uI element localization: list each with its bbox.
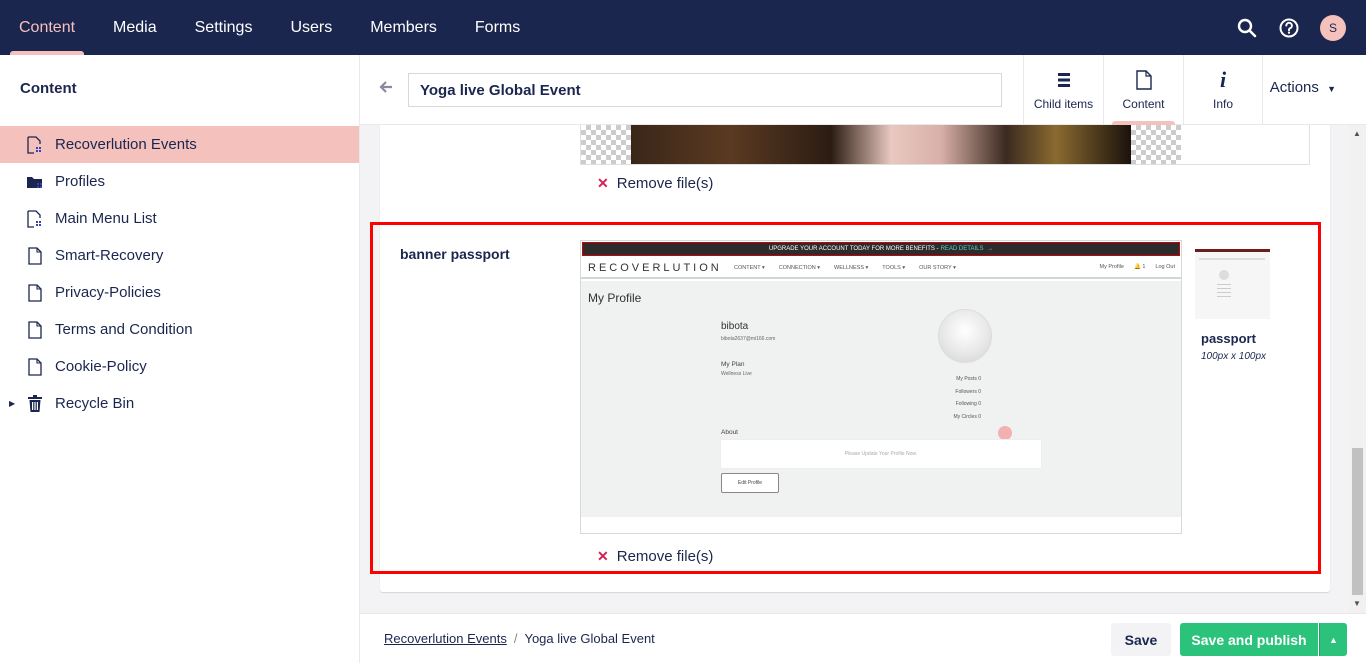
document-icon <box>25 283 45 303</box>
transparency-background <box>581 125 631 164</box>
remove-x-icon: ✕ <box>597 175 609 191</box>
tree-item-label: Privacy-Policies <box>55 284 161 301</box>
document-list-icon <box>25 135 45 155</box>
section-tab-content[interactable]: Content <box>0 0 94 55</box>
save-button[interactable]: Save <box>1111 623 1171 656</box>
expand-caret-icon[interactable]: ▶ <box>9 399 15 408</box>
section-tab-settings[interactable]: Settings <box>176 0 272 55</box>
tree-item-label: Smart-Recovery <box>55 247 164 264</box>
tree-item-label: Profiles <box>55 173 106 190</box>
content-app-tabs: Child items Content i Info <box>1023 55 1263 125</box>
uploaded-photo <box>631 125 1131 164</box>
tab-label: Child items <box>1033 97 1094 111</box>
scroll-up-icon[interactable]: ▲ <box>1353 129 1361 138</box>
tree-item-profiles[interactable]: Profiles <box>0 163 359 200</box>
content-tree-sidebar: Content Recoverlution Events Profiles Ma… <box>0 55 360 663</box>
editor-footer: Recoverlution Events / Yoga live Global … <box>360 613 1366 663</box>
tree-item-label: Main Menu List <box>55 210 157 227</box>
tab-label: Content <box>1122 97 1165 111</box>
tree-item-label: Terms and Condition <box>55 321 193 338</box>
vertical-scrollbar[interactable]: ▲ ▼ <box>1349 125 1366 613</box>
caret-down-icon: ▼ <box>1327 84 1336 94</box>
node-name-input[interactable] <box>408 73 1002 107</box>
remove-files-link[interactable]: ✕ Remove file(s) <box>597 175 713 192</box>
help-icon[interactable] <box>1278 17 1300 39</box>
breadcrumb: Recoverlution Events / Yoga live Global … <box>384 631 655 646</box>
tree-item-recycle-bin[interactable]: ▶ Recycle Bin <box>0 385 359 422</box>
actions-label: Actions <box>1269 79 1319 96</box>
search-icon[interactable] <box>1236 17 1258 39</box>
editor-content-area: ✕ Remove file(s) banner passport UPGRADE… <box>360 125 1366 613</box>
section-tab-media[interactable]: Media <box>94 0 176 55</box>
scroll-down-icon[interactable]: ▼ <box>1353 599 1361 608</box>
tree-item-label: Recoverlution Events <box>55 136 197 153</box>
save-and-publish-button[interactable]: Save and publish <box>1180 623 1318 656</box>
tree-item-label: Cookie-Policy <box>55 358 147 375</box>
annotation-highlight-box <box>370 222 1321 574</box>
publish-options-caret-icon[interactable]: ▲ <box>1319 623 1347 656</box>
document-list-icon <box>25 209 45 229</box>
section-tab-members[interactable]: Members <box>351 0 456 55</box>
tree-item-cookie-policy[interactable]: Cookie-Policy <box>0 348 359 385</box>
tree-item-main-menu-list[interactable]: Main Menu List <box>0 200 359 237</box>
document-icon <box>25 246 45 266</box>
tree-item-label: Recycle Bin <box>55 395 135 412</box>
actions-dropdown[interactable]: Actions ▼ <box>1270 79 1336 96</box>
previous-image-preview <box>580 125 1310 165</box>
tab-child-items[interactable]: Child items <box>1023 55 1103 125</box>
list-icon <box>1057 69 1071 91</box>
user-avatar[interactable]: S <box>1320 14 1346 41</box>
sidebar-title: Content <box>20 80 77 97</box>
document-icon <box>25 357 45 377</box>
breadcrumb-separator: / <box>513 631 518 646</box>
top-navigation: Content Media Settings Users Members For… <box>0 0 1366 55</box>
tree-item-smart-recovery[interactable]: Smart-Recovery <box>0 237 359 274</box>
document-icon <box>1135 69 1152 91</box>
info-icon: i <box>1219 67 1227 92</box>
document-icon <box>25 320 45 340</box>
tab-info[interactable]: i Info <box>1183 55 1263 125</box>
content-tree: Recoverlution Events Profiles Main Menu … <box>0 126 359 422</box>
trash-icon <box>25 394 45 414</box>
breadcrumb-link[interactable]: Recoverlution Events <box>384 631 507 646</box>
section-tab-forms[interactable]: Forms <box>456 0 539 55</box>
tree-item-recoverlution-events[interactable]: Recoverlution Events <box>0 126 359 163</box>
tab-content[interactable]: Content <box>1103 55 1183 125</box>
scrollbar-thumb[interactable] <box>1352 448 1363 595</box>
remove-label: Remove file(s) <box>616 175 714 192</box>
section-tab-users[interactable]: Users <box>271 0 351 55</box>
tree-item-terms-and-condition[interactable]: Terms and Condition <box>0 311 359 348</box>
back-arrow-icon[interactable] <box>378 79 396 97</box>
transparency-background <box>1131 125 1181 164</box>
tab-label: Info <box>1212 97 1233 111</box>
breadcrumb-current: Yoga live Global Event <box>524 631 655 646</box>
top-tools: S <box>1236 0 1366 55</box>
editor-header: Child items Content i Info Actions ▼ <box>360 55 1366 125</box>
folder-user-icon <box>25 172 45 192</box>
tree-item-privacy-policies[interactable]: Privacy-Policies <box>0 274 359 311</box>
section-tabs: Content Media Settings Users Members For… <box>0 0 1366 55</box>
